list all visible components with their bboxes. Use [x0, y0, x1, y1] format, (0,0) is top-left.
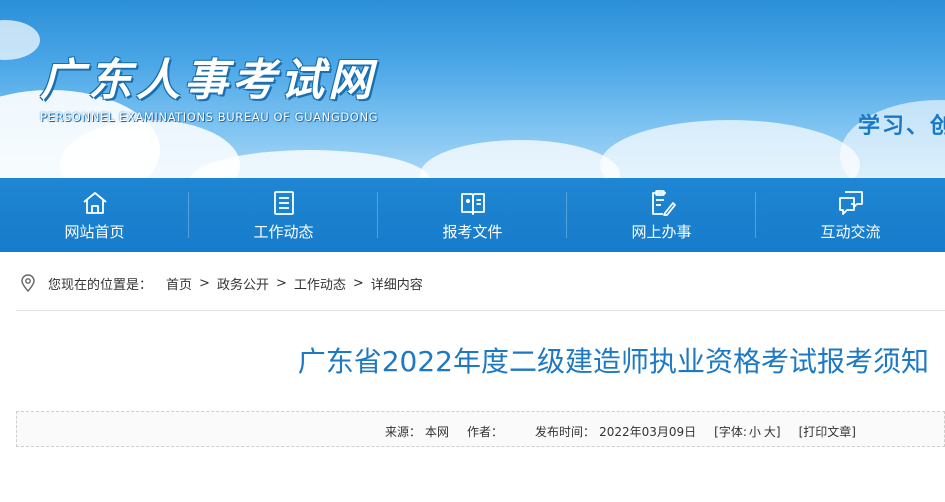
breadcrumb-item-gov-affairs[interactable]: 政务公开: [217, 274, 269, 293]
font-large-button[interactable]: 大: [764, 423, 776, 440]
nav-label: 工作动态: [253, 222, 314, 241]
print-article-button[interactable]: [打印文章]: [799, 423, 856, 440]
nav-item-exam-documents[interactable]: 报考文件: [378, 178, 567, 252]
font-small-button[interactable]: 小: [749, 423, 761, 440]
cloud-decoration: [600, 120, 860, 178]
article-meta-bar: 来源： 本网 作者： 发布时间： 2022年03月09日 [字体: 小 大 ] …: [16, 411, 945, 447]
breadcrumb-item-work-news[interactable]: 工作动态: [294, 274, 346, 293]
cloud-decoration: [0, 20, 40, 60]
cloud-decoration: [420, 140, 620, 178]
site-logo-english: PERSONNEL EXAMINATIONS BUREAU OF GUANGDO…: [40, 110, 379, 124]
nav-label: 报考文件: [442, 222, 503, 241]
nav-item-home[interactable]: 网站首页: [0, 178, 189, 252]
breadcrumb-separator: >: [275, 275, 287, 291]
source-value: 本网: [425, 425, 450, 439]
home-icon: [82, 191, 107, 214]
chat-icon: [838, 190, 863, 215]
breadcrumb-item-home[interactable]: 首页: [166, 274, 192, 293]
divider: [16, 310, 945, 311]
breadcrumb-item-current: 详细内容: [370, 277, 423, 293]
font-size-close: ]: [775, 424, 781, 439]
nav-label: 互动交流: [820, 222, 881, 241]
main-nav: 网站首页 工作动态 报考文件 网上办事 互动交流: [0, 178, 945, 252]
breadcrumb-separator: >: [352, 275, 364, 291]
source-label: 来源：: [385, 425, 422, 439]
edit-clipboard-icon: [651, 189, 676, 216]
publish-time-value: 2022年03月09日: [599, 425, 697, 439]
nav-item-online-services[interactable]: 网上办事: [567, 178, 756, 252]
author-label: 作者：: [467, 425, 504, 439]
nav-label: 网站首页: [64, 222, 125, 241]
list-icon: [273, 190, 294, 215]
nav-item-interaction[interactable]: 互动交流: [756, 178, 945, 252]
site-logo-chinese[interactable]: 广东人事考试网: [40, 44, 376, 108]
breadcrumb: 您现在的位置是： 首页 > 政务公开 > 工作动态 > 详细内容: [16, 266, 423, 300]
location-pin-icon: [21, 274, 35, 292]
book-icon: [460, 192, 485, 215]
site-slogan: 学习、创: [858, 114, 945, 139]
breadcrumb-prefix: 您现在的位置是：: [48, 277, 153, 293]
nav-item-work-news[interactable]: 工作动态: [189, 178, 378, 252]
breadcrumb-separator: >: [199, 275, 210, 291]
nav-label: 网上办事: [631, 222, 692, 241]
header-banner: 广东人事考试网 PERSONNEL EXAMINATIONS BUREAU OF…: [0, 0, 945, 178]
font-size-open: [字体:: [714, 425, 747, 439]
article-title: 广东省2022年度二级建造师执业资格考试报考须知: [297, 345, 929, 378]
publish-time-label: 发布时间：: [535, 425, 596, 439]
